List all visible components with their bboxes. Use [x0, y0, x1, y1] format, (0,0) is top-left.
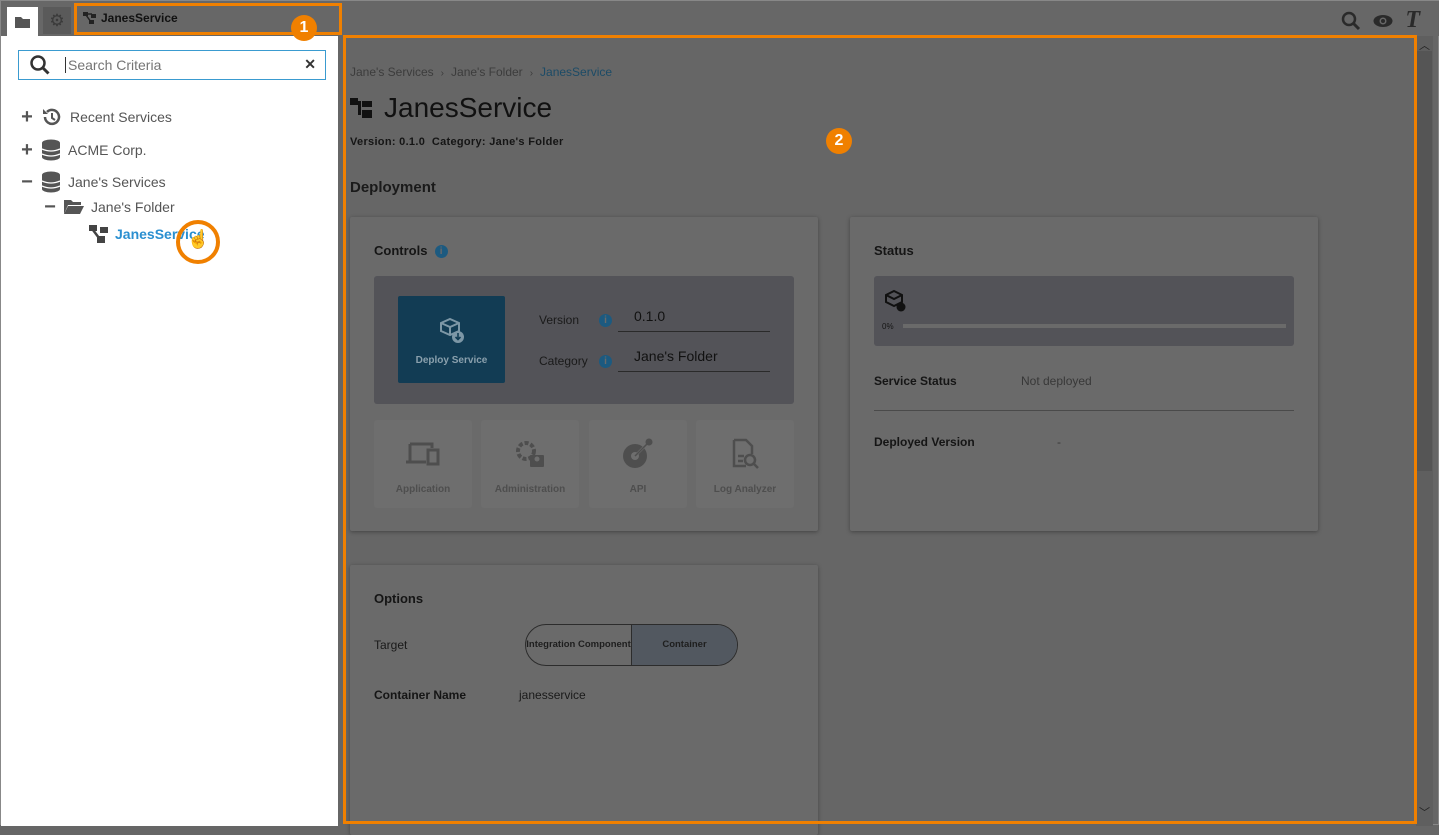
search-input[interactable]	[65, 57, 295, 73]
tree-label: Jane's Services	[68, 174, 166, 190]
tab-explorer[interactable]	[7, 7, 38, 36]
tree-item-recent-services[interactable]: + Recent Services	[20, 106, 172, 128]
history-icon	[43, 108, 61, 126]
text-icon[interactable]: T	[1405, 7, 1420, 34]
tree-label: Jane's Folder	[91, 199, 175, 215]
annotation-box-2	[343, 35, 1417, 824]
search-icon[interactable]	[1341, 11, 1361, 31]
database-icon	[41, 171, 61, 193]
sidebar: ✕ + Recent Services + ACME Corp. − Jane'…	[1, 36, 338, 826]
annotation-badge-2: 2	[826, 128, 852, 154]
collapse-icon[interactable]: −	[20, 172, 34, 192]
search-box[interactable]: ✕	[18, 50, 326, 80]
tree-label: Recent Services	[70, 109, 172, 125]
service-icon	[89, 225, 108, 243]
annotation-badge-1: 1	[291, 15, 317, 41]
gear-icon: ⚙	[49, 10, 65, 30]
annotation-circle	[176, 220, 220, 264]
tree-item-acme-corp[interactable]: + ACME Corp.	[20, 139, 147, 161]
tree-item-janes-services[interactable]: − Jane's Services	[20, 171, 166, 193]
collapse-icon[interactable]: −	[43, 197, 57, 217]
folder-icon	[15, 16, 30, 28]
search-icon	[30, 55, 50, 75]
eye-icon[interactable]	[1373, 14, 1393, 28]
tree-item-janes-folder[interactable]: − Jane's Folder	[43, 197, 175, 217]
clear-icon[interactable]: ✕	[304, 56, 316, 73]
folder-open-icon	[64, 200, 84, 214]
tab-settings[interactable]: ⚙	[43, 7, 71, 34]
tree-label: ACME Corp.	[68, 142, 147, 158]
scroll-down-icon[interactable]: ﹀	[1419, 804, 1430, 820]
scrollbar-thumb[interactable]	[1417, 51, 1432, 471]
expand-icon[interactable]: +	[20, 140, 34, 160]
database-icon	[41, 139, 61, 161]
expand-icon[interactable]: +	[20, 107, 34, 127]
scroll-up-icon[interactable]: ︿	[1419, 37, 1430, 53]
